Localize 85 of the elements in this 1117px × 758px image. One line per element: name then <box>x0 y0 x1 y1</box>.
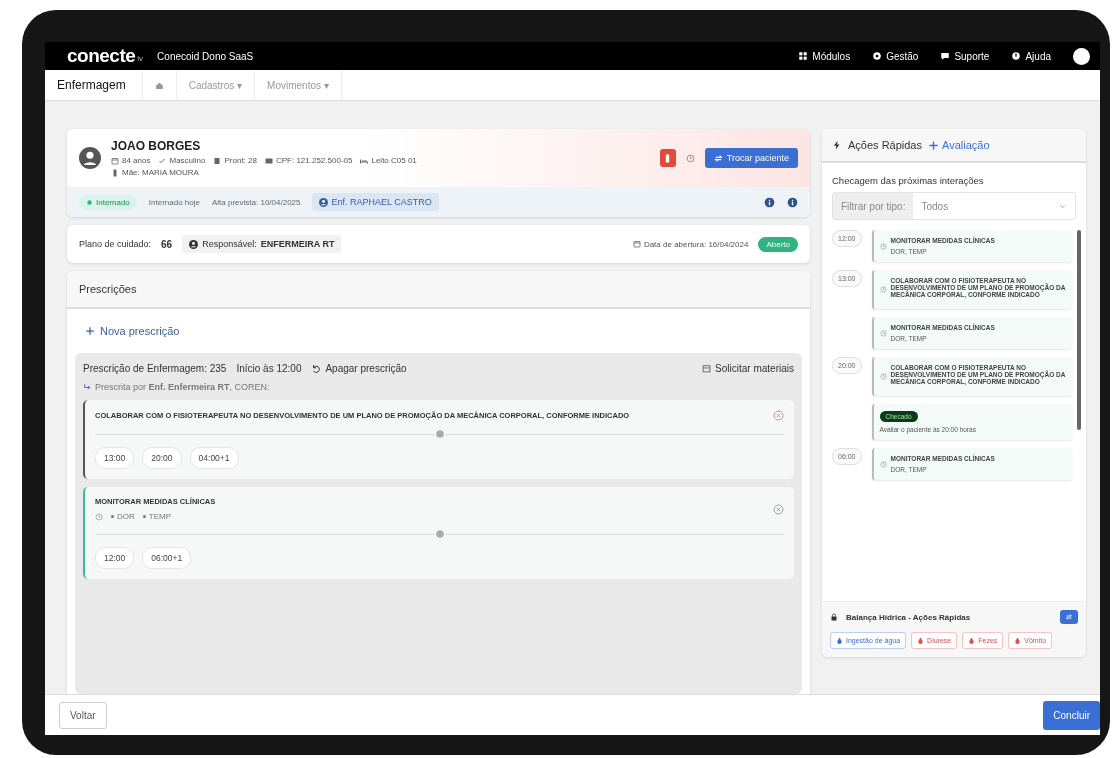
admission-text: Internado hoje <box>148 197 200 207</box>
clock-icon <box>879 460 887 468</box>
responsible-chip: Responsável: ENFERMEIRA RT <box>182 235 342 253</box>
menu-link[interactable]: Módulos <box>798 50 851 62</box>
section-title: Checagem das próximas interações <box>831 174 985 188</box>
plus-icon <box>928 139 939 151</box>
help-icon <box>1011 51 1022 61</box>
time-chip[interactable]: 06:00+1 <box>142 547 192 569</box>
clock-icon <box>879 242 887 250</box>
box-icon <box>702 364 712 373</box>
time-chip[interactable]: 20:00 <box>142 447 182 469</box>
drop-icon <box>917 637 925 644</box>
delete-prescription-button[interactable]: Apagar prescrição <box>311 363 407 374</box>
clock-icon <box>95 512 103 521</box>
time-chip[interactable]: 13:00 <box>95 447 135 469</box>
patient-detail: Mãe: MARIA MOURA <box>111 168 650 177</box>
drop-icon <box>968 637 976 644</box>
bolt-icon <box>832 140 842 150</box>
patient-name: JOAO BORGES <box>111 139 202 153</box>
app-name: Conecoid Dono SaaS <box>157 50 254 62</box>
plus-icon <box>85 326 95 336</box>
grid-icon <box>798 51 809 61</box>
patient-detail: Pront: 28 <box>213 156 257 165</box>
filter-select[interactable]: Filtrar por tipo: Todos <box>832 192 1076 220</box>
calendar-icon <box>632 240 641 248</box>
care-plan-label: Plano de cuidado: <box>79 239 152 249</box>
drop-icon <box>836 637 843 644</box>
undo-icon <box>311 363 322 374</box>
user-icon <box>189 239 199 249</box>
prescriber-text: Prescrita por Enf. Enfermeira RT, COREN: <box>95 382 270 392</box>
chat-icon <box>940 51 951 61</box>
patient-detail: Leito C05 01 <box>360 156 417 165</box>
menu-link[interactable]: Gestão <box>872 50 919 62</box>
time-chip[interactable]: 04:00+1 <box>189 447 239 469</box>
discharge-date: Alta prevista: 10/04/2025 <box>211 197 301 207</box>
opening-date: Data de abertura: 16/04/2024 <box>632 239 749 249</box>
lock-icon <box>830 613 838 621</box>
clock-icon <box>879 286 887 293</box>
evaluation-button[interactable]: Avaliação <box>928 139 990 151</box>
panel-title: Prescrições <box>67 271 810 309</box>
panel-title: Ações Rápidas <box>848 139 922 151</box>
clock-icon <box>879 329 887 337</box>
document-icon <box>213 156 222 165</box>
clock-icon <box>879 373 887 380</box>
brand-logo: conecte <box>67 45 136 67</box>
tag-text: DOR <box>111 512 135 521</box>
remove-icon <box>773 410 784 421</box>
finish-button[interactable]: Concluir <box>1043 700 1100 730</box>
id-card-icon <box>264 156 273 165</box>
user-icon <box>319 197 329 207</box>
user-avatar-icon <box>1073 47 1090 65</box>
request-materials-button[interactable]: Solicitar materiais <box>702 363 794 374</box>
circle-icon <box>434 429 445 439</box>
menu-link[interactable]: Ajuda <box>1011 50 1051 62</box>
home-icon <box>154 80 164 90</box>
back-button[interactable]: Voltar <box>59 701 107 729</box>
section-title: Balança Hídrica - Ações Rápidas <box>846 612 971 622</box>
time-chip[interactable]: 12:00 <box>95 547 135 569</box>
settings-button[interactable] <box>1060 610 1078 624</box>
phone-icon <box>111 168 119 177</box>
patient-detail: CPF: 121.252.500-05 <box>264 156 353 165</box>
nurse-chip: Enf. RAPHAEL CASTRO <box>312 193 439 211</box>
swap-icon <box>713 153 723 163</box>
remove-icon <box>773 503 784 515</box>
status-badge: Internado <box>79 194 137 210</box>
dot-icon <box>86 198 93 206</box>
patient-detail: 84 anos <box>111 156 151 165</box>
circle-icon <box>434 529 445 539</box>
user-avatar-icon <box>79 147 101 169</box>
care-plan-number: 66 <box>161 238 173 250</box>
check-icon <box>158 156 167 165</box>
patient-detail: Masculino <box>158 156 206 165</box>
switch-patient-button[interactable]: Trocar paciente <box>704 148 798 168</box>
prescription-title: Prescrição de Enfermagem: 235 <box>83 363 227 374</box>
arrow-icon <box>83 382 92 392</box>
status-badge: Aberto <box>758 236 798 252</box>
new-prescription-button[interactable]: Nova prescrição <box>85 325 180 337</box>
menu-link[interactable]: Suporte <box>940 50 990 62</box>
phone-button[interactable] <box>659 149 676 167</box>
tag-text: TEMP <box>142 512 171 521</box>
start-time: Início às 12:00 <box>236 363 302 374</box>
brand-suffix: iv <box>137 54 144 65</box>
drop-icon <box>1014 637 1022 644</box>
calendar-icon <box>111 156 119 165</box>
module-title: Enfermagem <box>57 78 126 92</box>
